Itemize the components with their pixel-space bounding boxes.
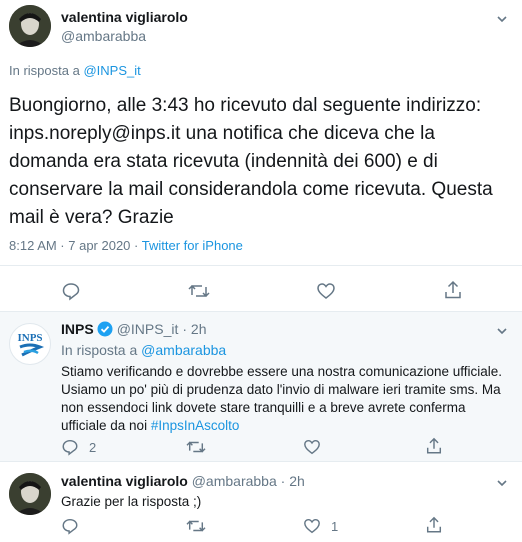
share-button[interactable]	[425, 437, 443, 455]
share-icon	[443, 280, 463, 300]
reply-button[interactable]: 2	[61, 438, 96, 456]
share-icon	[425, 437, 443, 455]
tweet-client-link[interactable]: Twitter for iPhone	[142, 238, 243, 253]
heart-icon	[303, 517, 321, 535]
heart-icon	[316, 281, 336, 301]
avatar[interactable]: INPS	[9, 323, 51, 365]
tweet-age[interactable]: · 2h	[182, 321, 206, 337]
like-button[interactable]	[316, 281, 336, 301]
retweet-button[interactable]	[186, 517, 206, 535]
divider	[0, 461, 522, 462]
reply-prefix: In risposta a	[9, 63, 80, 78]
reply-button[interactable]	[61, 281, 81, 301]
author-handle[interactable]: @ambarabba	[61, 28, 146, 44]
reply-to-link[interactable]: @INPS_it	[83, 63, 140, 78]
chevron-down-icon[interactable]	[495, 12, 509, 26]
reply-header: INPS @INPS_it · 2h	[61, 321, 207, 337]
tweet-age[interactable]: · 2h	[281, 473, 305, 489]
reply-header: valentina vigliarolo @ambarabba · 2h	[61, 473, 305, 489]
divider	[0, 265, 522, 266]
reply-to-link[interactable]: @ambarabba	[141, 342, 226, 358]
avatar[interactable]	[9, 473, 51, 515]
chevron-down-icon[interactable]	[495, 324, 509, 338]
retweet-button[interactable]	[188, 281, 210, 301]
chevron-down-icon[interactable]	[495, 476, 509, 490]
author-handle[interactable]: @ambarabba	[192, 473, 277, 489]
reply-text: Grazie per la risposta ;)	[61, 494, 202, 509]
like-count: 1	[331, 518, 339, 534]
retweet-button[interactable]	[186, 438, 206, 456]
reply-context: In risposta a @ambarabba	[61, 342, 226, 358]
reply-count: 2	[89, 439, 97, 455]
reply-prefix: In risposta a	[61, 342, 138, 358]
retweet-icon	[188, 281, 210, 301]
share-button[interactable]	[443, 280, 463, 300]
heart-icon	[303, 438, 321, 456]
share-icon	[425, 516, 443, 534]
inps-logo-text: INPS	[17, 332, 42, 344]
reply-context: In risposta a @INPS_it	[9, 63, 141, 78]
tweet-timestamp[interactable]: 8:12 AM · 7 apr 2020 ·	[9, 238, 142, 253]
reply-button[interactable]	[61, 517, 79, 535]
author-name[interactable]: INPS	[61, 321, 94, 337]
tweet-meta: 8:12 AM · 7 apr 2020 · Twitter for iPhon…	[9, 238, 243, 253]
reply-text: Stiamo verificando e dovrebbe essere una…	[61, 363, 511, 435]
author-name[interactable]: valentina vigliarolo	[61, 9, 188, 25]
verified-badge-icon	[97, 321, 113, 337]
like-button[interactable]	[303, 438, 321, 456]
author-name[interactable]: valentina vigliarolo	[61, 473, 188, 489]
like-button[interactable]: 1	[303, 517, 338, 535]
reply-icon	[61, 517, 79, 535]
share-button[interactable]	[425, 516, 443, 534]
author-handle[interactable]: @INPS_it	[117, 321, 179, 337]
hashtag-link[interactable]: #InpsInAscolto	[151, 418, 240, 433]
reply-tweet-inps[interactable]: INPS INPS @INPS_it · 2h In risposta a @a…	[0, 312, 522, 461]
retweet-icon	[186, 438, 206, 456]
reply-text-body: Stiamo verificando e dovrebbe essere una…	[61, 364, 503, 433]
reply-icon	[61, 438, 79, 456]
tweet-text: Buongiorno, alle 3:43 ho ricevuto dal se…	[9, 95, 493, 228]
reply-icon	[61, 281, 81, 301]
retweet-icon	[186, 517, 206, 535]
avatar[interactable]	[9, 5, 51, 47]
